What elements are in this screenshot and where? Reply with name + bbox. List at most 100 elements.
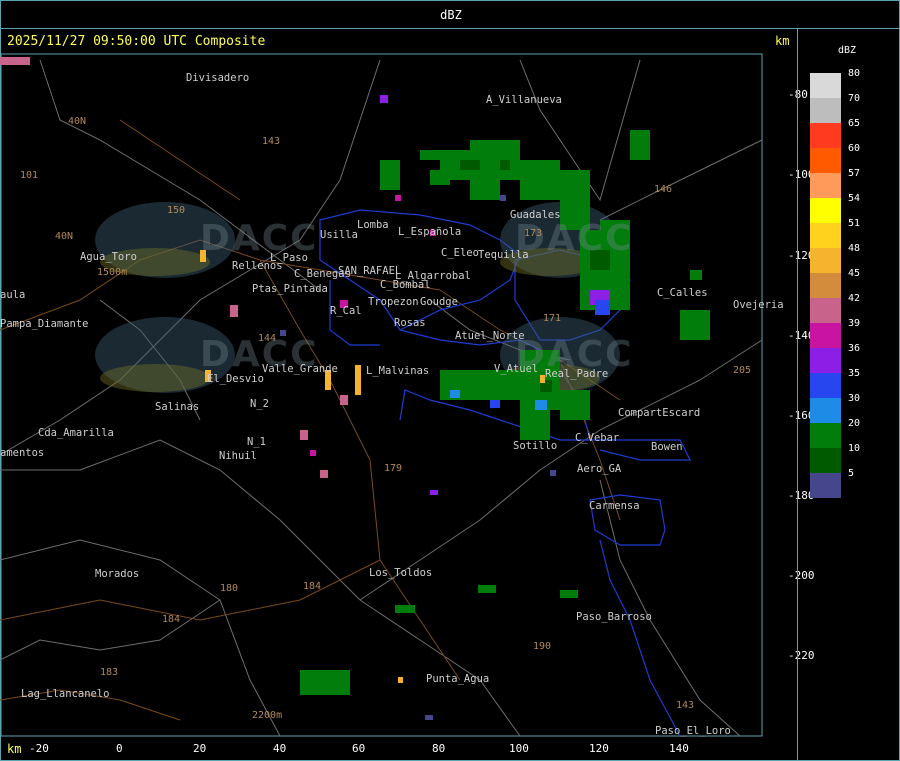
- legend-label: 65: [848, 118, 861, 129]
- legend-swatch: [810, 473, 841, 498]
- road-label: 180: [220, 583, 239, 594]
- place-label: Paso_Barroso: [576, 611, 652, 623]
- place-label: Real_Padre: [545, 368, 609, 380]
- timestamp-label: 2025/11/27 09:50:00 UTC Composite: [7, 34, 266, 49]
- legend-swatch: [810, 323, 841, 348]
- place-label: El_Desvio: [207, 373, 264, 385]
- x-tick-label: 80: [432, 742, 446, 755]
- legend-label: 51: [848, 218, 861, 229]
- road-label: 144: [258, 333, 277, 344]
- place-label: Carmensa: [589, 500, 640, 512]
- place-label: CompartEscard: [618, 407, 701, 419]
- legend-swatch: [810, 223, 841, 248]
- place-label: Los_Toldos: [369, 567, 433, 579]
- legend-label: 42: [848, 293, 861, 304]
- legend-label: 54: [848, 193, 861, 204]
- legend-swatch: [810, 398, 841, 423]
- place-label: Atuel_Norte: [455, 330, 525, 342]
- legend-label: 10: [848, 443, 861, 454]
- unit-label-top: km: [775, 34, 790, 48]
- place-label: Agua_Toro: [80, 251, 137, 263]
- legend-swatch: [810, 373, 841, 398]
- road-label: 101: [20, 170, 39, 181]
- place-label: Valle_Grande: [262, 363, 338, 375]
- radar-map[interactable]: [0, 0, 798, 761]
- place-label: Pampa_Diamante: [0, 318, 89, 330]
- place-label: C_Calles: [657, 287, 708, 299]
- road-label: 143: [676, 700, 695, 711]
- place-label: Paso_El_Loro: [655, 725, 731, 737]
- legend-swatch: [810, 348, 841, 373]
- legend-label: 80: [848, 68, 861, 79]
- place-label: Bowen: [651, 441, 683, 453]
- x-tick-label: 120: [589, 742, 609, 755]
- road-label: 190: [533, 641, 552, 652]
- place-label: Goudge: [420, 296, 458, 308]
- road-label: 40N: [68, 116, 87, 127]
- place-label: R_Cal: [330, 305, 362, 317]
- legend-label: 35: [848, 368, 861, 379]
- place-label: L_Paso: [270, 252, 308, 264]
- place-label: SAN_RAFAEL: [338, 265, 402, 277]
- place-label: Morados: [95, 568, 140, 580]
- legend-swatch: [810, 423, 841, 448]
- legend-label: 45: [848, 268, 861, 279]
- legend-swatch: [810, 148, 841, 173]
- road-label: 143: [262, 136, 281, 147]
- place-label: Usilla: [320, 229, 358, 241]
- legend-swatch: [810, 448, 841, 473]
- x-tick-label: 100: [509, 742, 529, 755]
- x-tick-label: 140: [669, 742, 689, 755]
- road-label: 150: [167, 205, 186, 216]
- place-label: C_Eleo: [441, 247, 479, 259]
- road-label: 205: [733, 365, 752, 376]
- road-label: 2200m: [252, 710, 283, 721]
- place-label: aula: [0, 289, 26, 301]
- legend-swatch: [810, 73, 841, 98]
- place-label: V_Atuel: [494, 363, 539, 375]
- x-tick-label: -20: [29, 742, 49, 755]
- legend-label: 60: [848, 143, 861, 154]
- road-label: 183: [100, 667, 119, 678]
- legend-label: 20: [848, 418, 861, 429]
- legend-label: 30: [848, 393, 861, 404]
- place-label: Aero_GA: [577, 463, 622, 475]
- place-label: Ovejeria: [733, 299, 784, 311]
- place-label: Cda_Amarilla: [38, 427, 114, 439]
- place-label: Lomba: [357, 219, 389, 231]
- legend-label: 36: [848, 343, 861, 354]
- place-label: Ptas_Pintada: [252, 283, 328, 295]
- place-label: A_Villanueva: [486, 94, 562, 106]
- place-label: Divisadero: [186, 72, 250, 84]
- legend-label: 70: [848, 93, 861, 104]
- place-label: Punta_Agua: [426, 673, 490, 685]
- place-label: C_Bombal: [380, 279, 431, 291]
- x-tick-label: 0: [116, 742, 123, 755]
- road-label: 179: [384, 463, 403, 474]
- road-label: 173: [524, 228, 543, 239]
- road-label: 184: [303, 581, 322, 592]
- legend-title: dBZ: [838, 45, 857, 56]
- legend-swatch: [810, 273, 841, 298]
- legend-swatch: [810, 298, 841, 323]
- x-tick-label: 60: [352, 742, 366, 755]
- place-label: L_Malvinas: [366, 365, 430, 377]
- place-label: Tropezon: [368, 296, 419, 308]
- road-label: 146: [654, 184, 673, 195]
- legend-swatch: [810, 198, 841, 223]
- place-label: Salinas: [155, 401, 200, 413]
- road-label: 40N: [55, 231, 74, 242]
- road-label: 184: [162, 614, 181, 625]
- place-label: Nihuil: [219, 450, 257, 462]
- legend-label: 48: [848, 243, 861, 254]
- x-tick-label: 40: [273, 742, 287, 755]
- place-label: Sotillo: [513, 440, 558, 452]
- place-label: amentos: [0, 447, 45, 459]
- x-tick-label: 20: [193, 742, 207, 755]
- legend-label: 57: [848, 168, 861, 179]
- place-label: Tequilla: [478, 249, 529, 261]
- road-label: 1500m: [97, 267, 128, 278]
- legend-label: 5: [848, 468, 855, 479]
- department-outlines: [319, 209, 691, 737]
- place-label: N_1: [247, 436, 266, 448]
